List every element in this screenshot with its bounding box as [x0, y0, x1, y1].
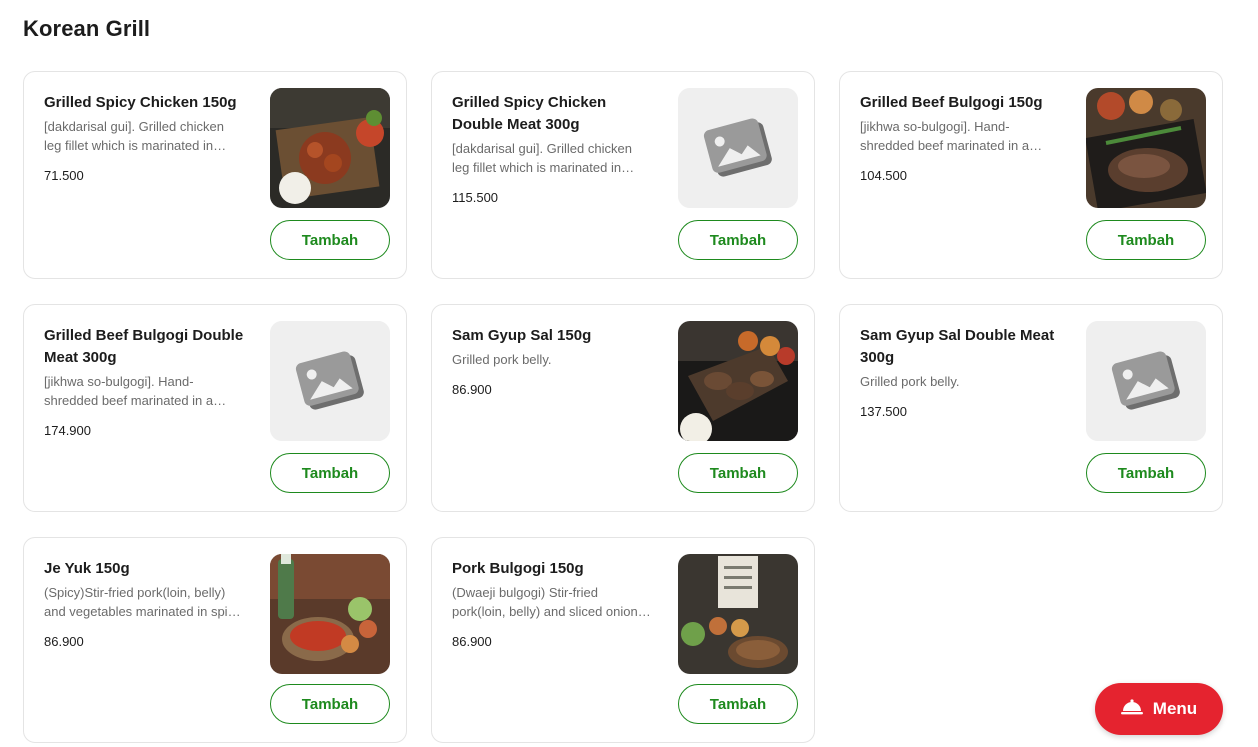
item-photo[interactable]	[678, 554, 798, 674]
menu-item-card[interactable]: Sam Gyup Sal Double Meat 300g Grilled po…	[839, 304, 1223, 512]
add-button[interactable]: Tambah	[270, 220, 390, 260]
add-button[interactable]: Tambah	[678, 220, 798, 260]
item-description: (Spicy)Stir-fried pork(loin, belly) and …	[44, 585, 241, 619]
item-price: 137.500	[860, 404, 907, 419]
item-name: Grilled Beef Bulgogi Double Meat 300g	[44, 327, 244, 366]
menu-item-card[interactable]: Sam Gyup Sal 150g Grilled pork belly. 86…	[431, 304, 815, 512]
menu-button-label: Menu	[1152, 699, 1198, 718]
add-button[interactable]: Tambah	[270, 453, 390, 493]
item-name: Grilled Spicy Chicken 150g	[44, 94, 237, 111]
item-photo[interactable]	[270, 88, 390, 208]
add-button[interactable]: Tambah	[678, 684, 798, 724]
menu-item-card[interactable]: Grilled Beef Bulgogi Double Meat 300g [j…	[23, 304, 407, 512]
item-price: 174.900	[44, 423, 91, 438]
item-name: Grilled Beef Bulgogi 150g	[860, 94, 1043, 111]
section-title: Korean Grill	[23, 16, 151, 41]
item-photo[interactable]	[1086, 88, 1206, 208]
item-price: 104.500	[860, 168, 907, 183]
menu-item-card[interactable]: Je Yuk 150g (Spicy)Stir-fried pork(loin,…	[23, 537, 407, 743]
menu-item-card[interactable]: Grilled Spicy Chicken Double Meat 300g […	[431, 71, 815, 279]
item-description: [jikhwa so-bulgogi]. Hand-shredded beef …	[860, 119, 1030, 153]
item-price: 71.500	[44, 168, 84, 183]
item-description: Grilled pork belly.	[860, 374, 960, 389]
item-price: 115.500	[452, 190, 499, 205]
item-name: Sam Gyup Sal Double Meat 300g	[860, 327, 1055, 366]
menu-item-card[interactable]: Pork Bulgogi 150g (Dwaeji bulgogi) Stir-…	[431, 537, 815, 743]
item-description: [dakdarisal gui]. Grilled chicken leg fi…	[44, 119, 224, 153]
item-description: (Dwaeji bulgogi) Stir-fried pork(loin, b…	[452, 585, 652, 619]
add-button[interactable]: Tambah	[678, 453, 798, 493]
menu-item-card[interactable]: Grilled Spicy Chicken 150g [dakdarisal g…	[23, 71, 407, 279]
item-description: [jikhwa so-bulgogi]. Hand-shredded beef …	[44, 374, 214, 408]
image-placeholder-icon	[1086, 321, 1206, 441]
item-price: 86.900	[452, 634, 492, 649]
item-description: [dakdarisal gui]. Grilled chicken leg fi…	[452, 141, 632, 175]
image-placeholder-icon	[678, 88, 798, 208]
item-price: 86.900	[44, 634, 84, 649]
item-name: Sam Gyup Sal 150g	[452, 327, 592, 344]
menu-button[interactable]: Menu	[1095, 683, 1223, 735]
menu-item-card[interactable]: Grilled Beef Bulgogi 150g [jikhwa so-bul…	[839, 71, 1223, 279]
image-placeholder-icon	[270, 321, 390, 441]
add-button[interactable]: Tambah	[1086, 220, 1206, 260]
item-photo[interactable]	[270, 554, 390, 674]
item-name: Pork Bulgogi 150g	[452, 560, 584, 577]
item-name: Je Yuk 150g	[44, 560, 130, 577]
item-photo[interactable]	[678, 321, 798, 441]
item-description: Grilled pork belly.	[452, 352, 552, 367]
add-button[interactable]: Tambah	[1086, 453, 1206, 493]
item-name: Grilled Spicy Chicken Double Meat 300g	[452, 94, 607, 133]
cloche-icon	[1120, 698, 1143, 721]
add-button[interactable]: Tambah	[270, 684, 390, 724]
item-price: 86.900	[452, 382, 492, 397]
menu-grid: Grilled Spicy Chicken 150g [dakdarisal g…	[23, 71, 1223, 745]
